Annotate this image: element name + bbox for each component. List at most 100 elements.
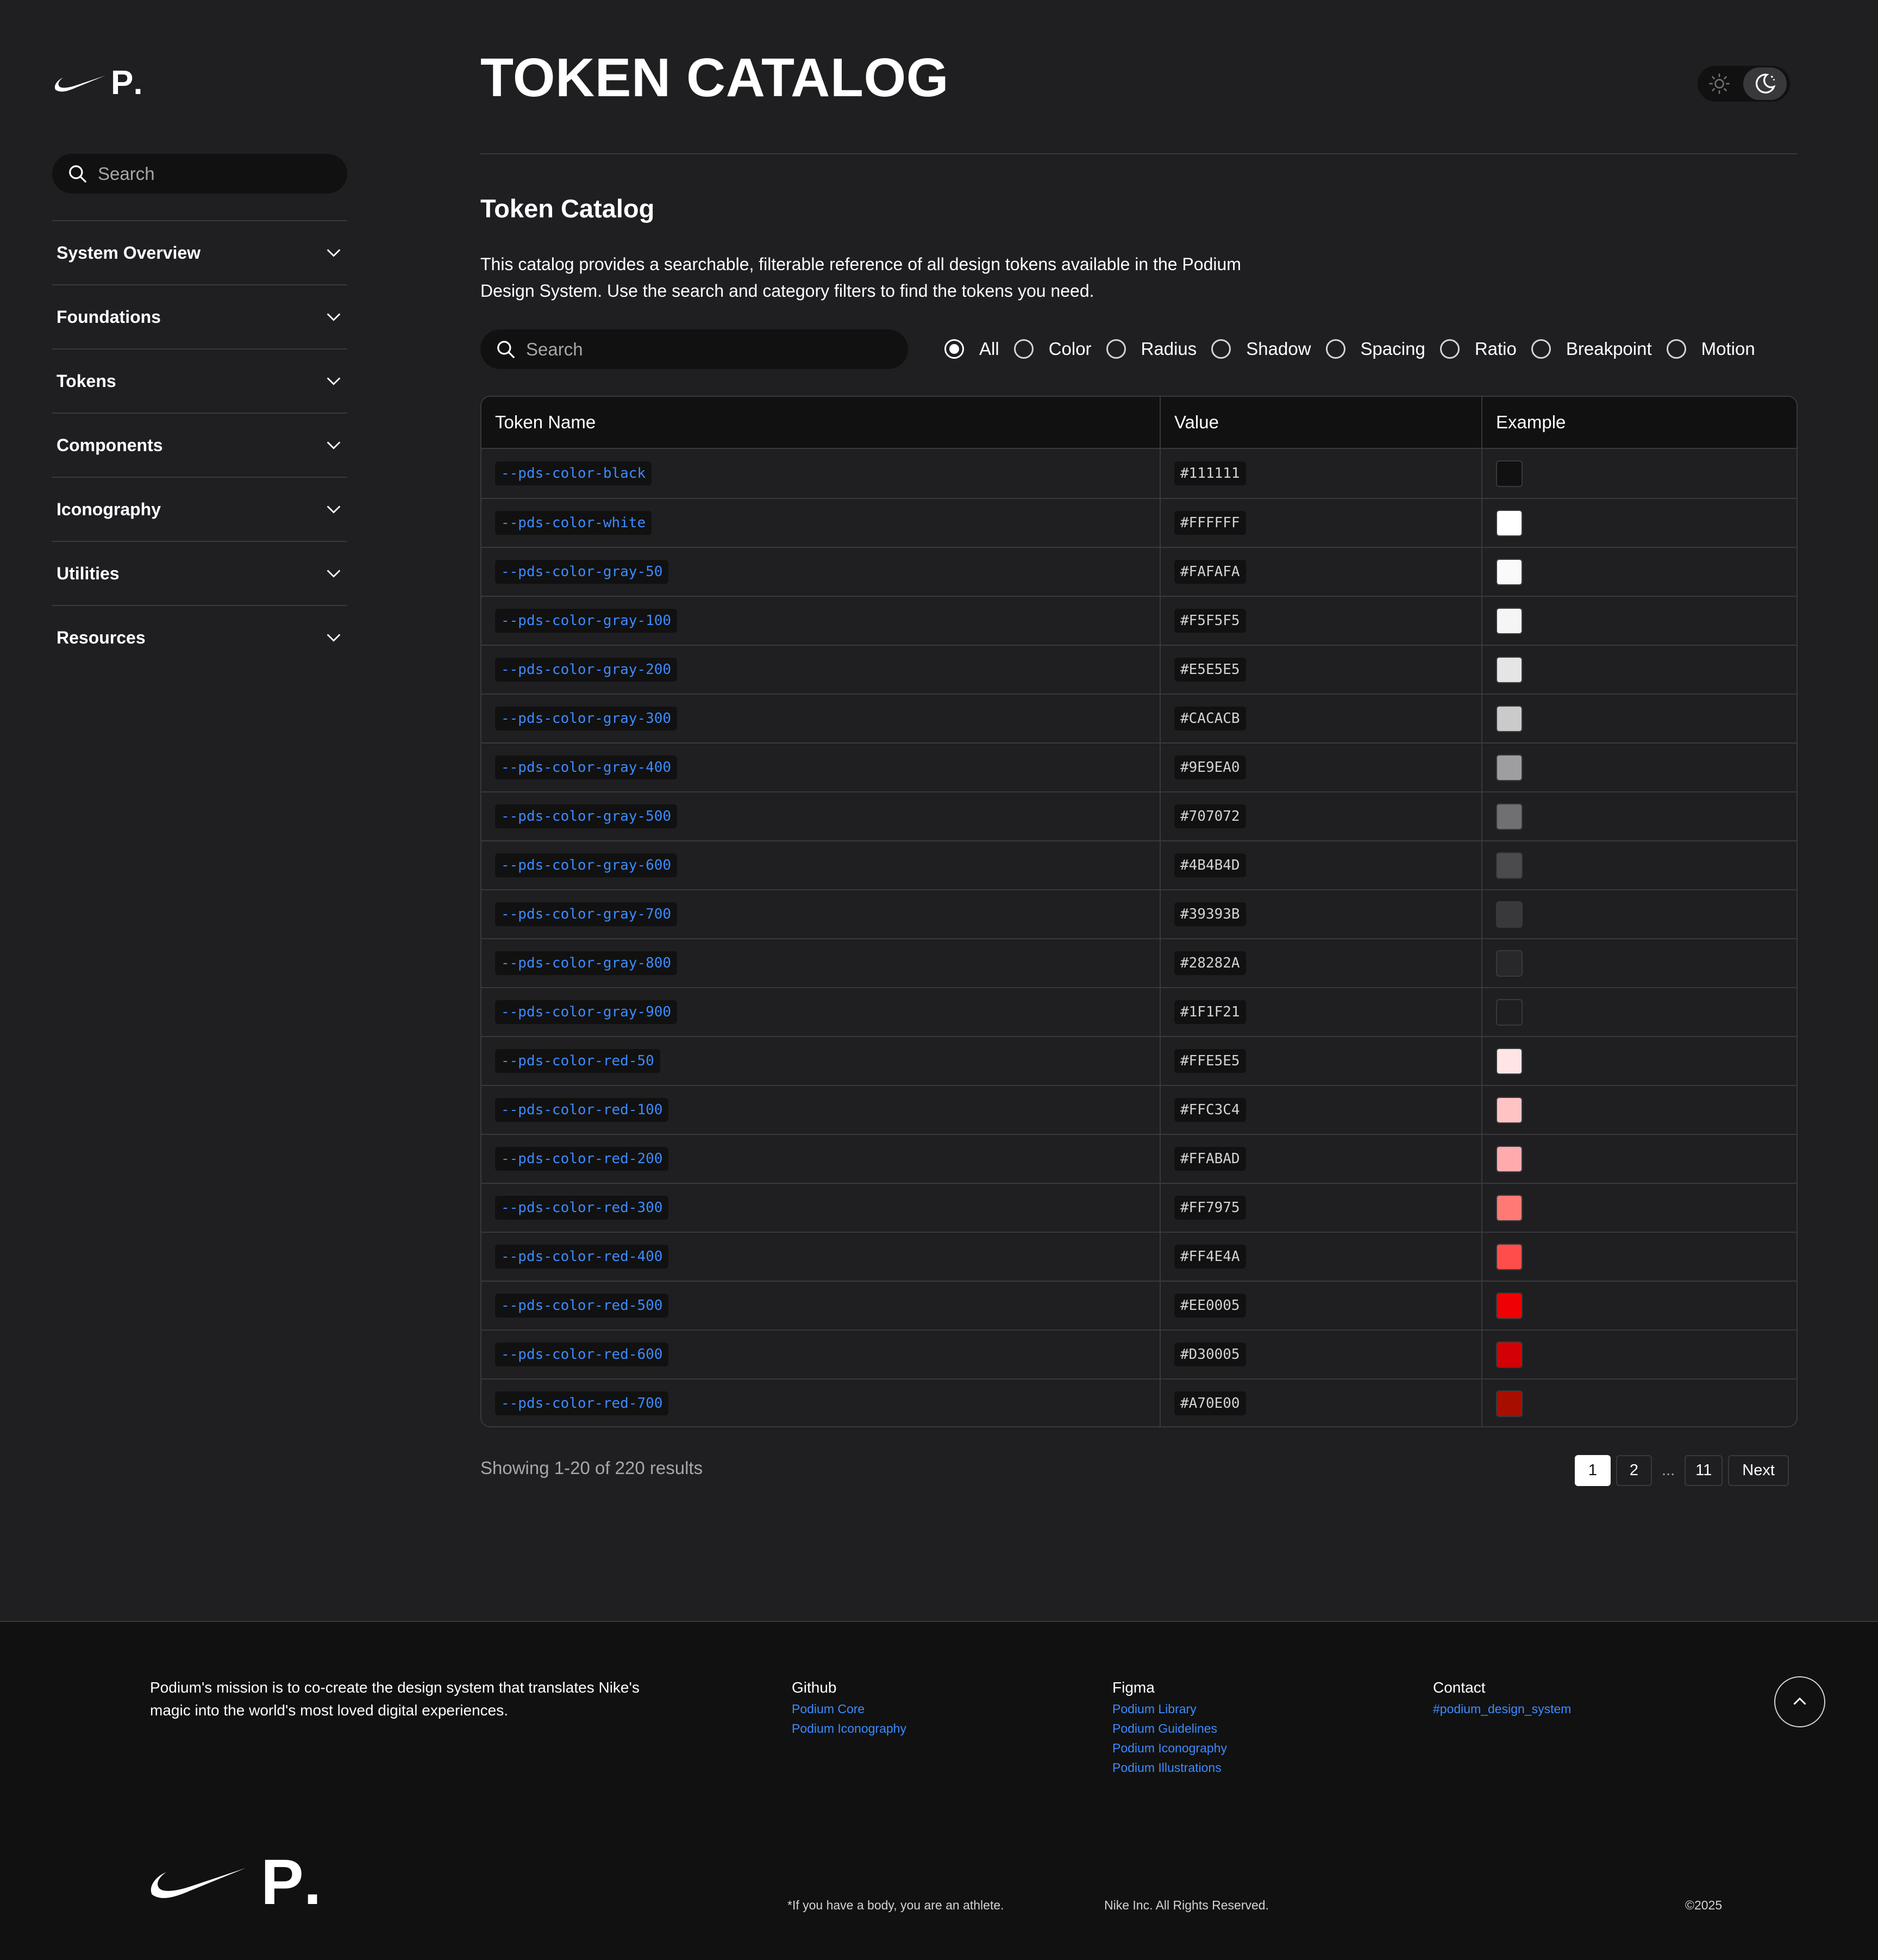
- sidebar-item-utilities[interactable]: Utilities: [52, 541, 347, 605]
- value-cell: #9E9EA0: [1161, 744, 1482, 791]
- footer-github: Github Podium Core Podium Iconography: [792, 1676, 906, 1738]
- header-divider: [480, 153, 1798, 154]
- token-name-cell: --pds-color-gray-500: [481, 792, 1161, 840]
- token-name[interactable]: --pds-color-gray-50: [495, 560, 669, 584]
- token-name[interactable]: --pds-color-gray-900: [495, 1000, 678, 1024]
- filter-all[interactable]: All: [944, 339, 999, 359]
- filter-motion[interactable]: Motion: [1666, 339, 1755, 359]
- sidebar-item-label: Foundations: [57, 307, 161, 327]
- example-cell: [1482, 1380, 1796, 1426]
- footer-link[interactable]: #podium_design_system: [1433, 1699, 1571, 1719]
- token-name[interactable]: --pds-color-red-100: [495, 1098, 669, 1122]
- footer-rights: Nike Inc. All Rights Reserved.: [1104, 1898, 1269, 1912]
- filter-label: Color: [1048, 339, 1092, 359]
- radio-button[interactable]: [944, 339, 964, 359]
- table-row: --pds-color-red-600 #D30005: [481, 1329, 1796, 1378]
- arrow-up-icon: [1793, 1697, 1806, 1705]
- color-swatch: [1496, 901, 1523, 928]
- sidebar-item-resources[interactable]: Resources: [52, 605, 347, 669]
- token-name[interactable]: --pds-color-red-300: [495, 1196, 669, 1220]
- value-cell: #4B4B4D: [1161, 841, 1482, 889]
- filter-shadow[interactable]: Shadow: [1211, 339, 1311, 359]
- filter-label: Shadow: [1246, 339, 1311, 359]
- filter-radius[interactable]: Radius: [1106, 339, 1197, 359]
- radio-button[interactable]: [1106, 339, 1126, 359]
- brand-logo[interactable]: P.: [54, 65, 143, 101]
- token-name[interactable]: --pds-color-gray-800: [495, 951, 678, 975]
- token-value: #FFE5E5: [1174, 1049, 1246, 1073]
- token-name-cell: --pds-color-red-500: [481, 1282, 1161, 1329]
- next-page-button[interactable]: Next: [1728, 1455, 1789, 1486]
- radio-button[interactable]: [1666, 339, 1686, 359]
- color-swatch: [1496, 1047, 1523, 1075]
- page-button-last[interactable]: 11: [1685, 1455, 1723, 1486]
- chevron-down-icon: [327, 634, 341, 642]
- color-swatch: [1496, 558, 1523, 585]
- token-name[interactable]: --pds-color-gray-500: [495, 804, 678, 828]
- theme-toggle[interactable]: [1698, 66, 1790, 102]
- radio-button[interactable]: [1325, 339, 1345, 359]
- sidebar-item-iconography[interactable]: Iconography: [52, 477, 347, 541]
- token-name[interactable]: --pds-color-gray-100: [495, 609, 678, 633]
- example-cell: [1482, 1037, 1796, 1085]
- example-cell: [1482, 1233, 1796, 1281]
- token-name[interactable]: --pds-color-red-600: [495, 1343, 669, 1366]
- sidebar-item-system-overview[interactable]: System Overview: [52, 220, 347, 284]
- sidebar-search-input[interactable]: Search: [52, 154, 347, 193]
- token-name[interactable]: --pds-color-white: [495, 511, 652, 535]
- token-name[interactable]: --pds-color-gray-300: [495, 707, 678, 731]
- token-name[interactable]: --pds-color-red-500: [495, 1294, 669, 1318]
- example-cell: [1482, 1331, 1796, 1378]
- token-name[interactable]: --pds-color-gray-600: [495, 853, 678, 877]
- token-name[interactable]: --pds-color-red-50: [495, 1049, 660, 1073]
- footer-link[interactable]: Podium Guidelines: [1112, 1719, 1227, 1738]
- token-name[interactable]: --pds-color-gray-200: [495, 658, 678, 682]
- token-name[interactable]: --pds-color-red-200: [495, 1147, 669, 1171]
- example-cell: [1482, 792, 1796, 840]
- token-search-input[interactable]: Search: [480, 329, 908, 369]
- footer-link[interactable]: Podium Library: [1112, 1699, 1227, 1719]
- value-cell: #FF7975: [1161, 1184, 1482, 1232]
- radio-button[interactable]: [1531, 339, 1551, 359]
- theme-dark-option[interactable]: [1743, 67, 1787, 100]
- footer-link[interactable]: Podium Illustrations: [1112, 1758, 1227, 1777]
- token-name-cell: --pds-color-gray-600: [481, 841, 1161, 889]
- chevron-down-icon: [327, 377, 341, 385]
- token-name[interactable]: --pds-color-gray-400: [495, 756, 678, 779]
- sidebar-item-components[interactable]: Components: [52, 413, 347, 477]
- radio-button[interactable]: [1013, 339, 1034, 359]
- page-button-1[interactable]: 1: [1575, 1455, 1611, 1486]
- footer-tagline: *If you have a body, you are an athlete.: [787, 1898, 1004, 1912]
- sidebar-search-placeholder: Search: [98, 163, 155, 184]
- example-cell: [1482, 548, 1796, 596]
- token-name[interactable]: --pds-color-black: [495, 461, 652, 485]
- footer-link[interactable]: Podium Iconography: [1112, 1738, 1227, 1758]
- color-swatch: [1496, 1145, 1523, 1172]
- filter-color[interactable]: Color: [1013, 339, 1092, 359]
- sidebar-item-foundations[interactable]: Foundations: [52, 284, 347, 348]
- token-name-cell: --pds-color-red-600: [481, 1331, 1161, 1378]
- footer-link[interactable]: Podium Core: [792, 1699, 906, 1719]
- token-name-cell: --pds-color-gray-700: [481, 890, 1161, 938]
- radio-button[interactable]: [1211, 339, 1231, 359]
- token-name[interactable]: --pds-color-red-400: [495, 1245, 669, 1269]
- page-button-2[interactable]: 2: [1616, 1455, 1652, 1486]
- radio-button[interactable]: [1439, 339, 1460, 359]
- mission-statement: Podium's mission is to co-create the des…: [150, 1679, 640, 1719]
- example-cell: [1482, 1135, 1796, 1183]
- column-header-example: Example: [1496, 412, 1566, 432]
- filter-spacing[interactable]: Spacing: [1325, 339, 1425, 359]
- token-name-cell: --pds-color-gray-400: [481, 744, 1161, 791]
- value-cell: #39393B: [1161, 890, 1482, 938]
- token-name[interactable]: --pds-color-gray-700: [495, 902, 678, 926]
- color-swatch: [1496, 460, 1523, 487]
- filter-ratio[interactable]: Ratio: [1439, 339, 1517, 359]
- value-cell: #FFABAD: [1161, 1135, 1482, 1183]
- token-name[interactable]: --pds-color-red-700: [495, 1391, 669, 1415]
- table-row: --pds-color-red-200 #FFABAD: [481, 1134, 1796, 1183]
- theme-light-option[interactable]: [1698, 67, 1741, 100]
- footer-link[interactable]: Podium Iconography: [792, 1719, 906, 1738]
- sidebar-item-tokens[interactable]: Tokens: [52, 348, 347, 413]
- back-to-top-button[interactable]: [1774, 1676, 1825, 1727]
- filter-breakpoint[interactable]: Breakpoint: [1531, 339, 1652, 359]
